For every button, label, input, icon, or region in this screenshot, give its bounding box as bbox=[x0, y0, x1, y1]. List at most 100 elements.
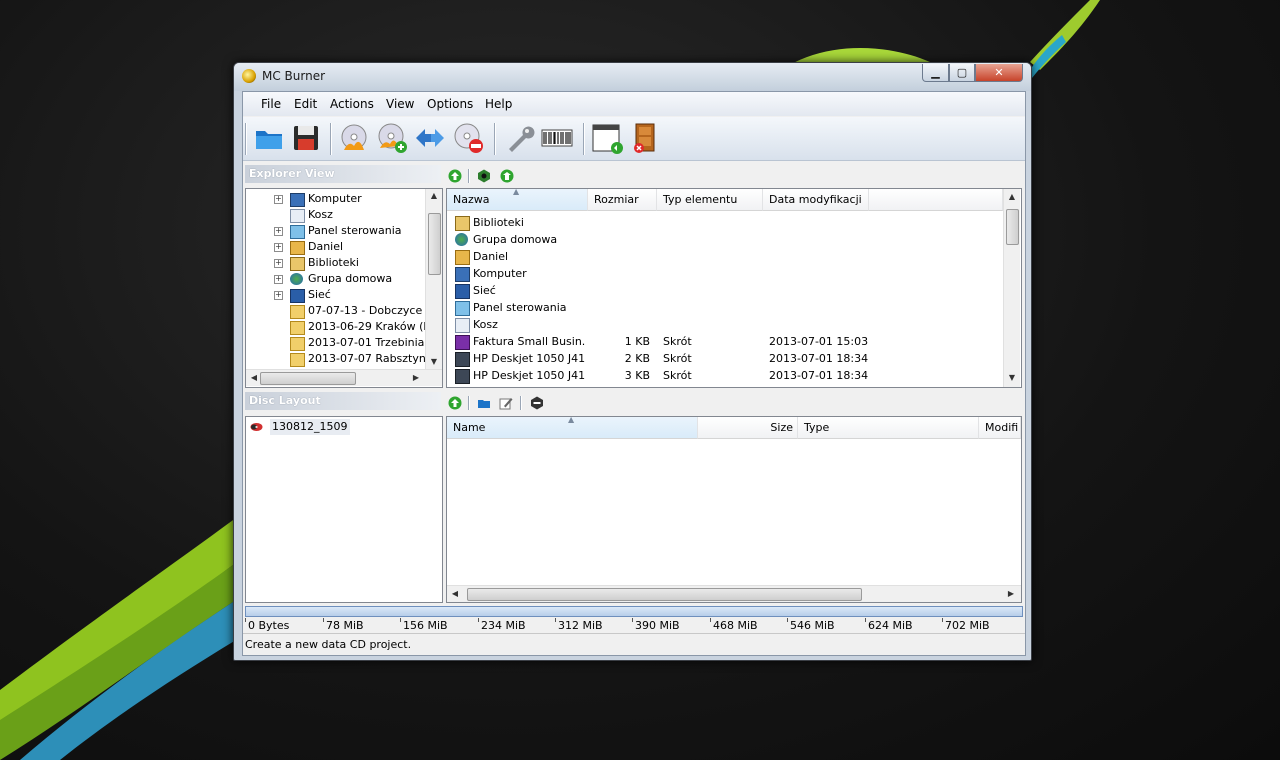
folder-icon bbox=[290, 321, 305, 335]
column-modified[interactable]: Modifi bbox=[979, 417, 1021, 439]
file-row[interactable]: HP Deskjet 1050 J41... 3 KB Skrót 2013-0… bbox=[447, 367, 1003, 384]
add-to-disc-icon[interactable] bbox=[376, 122, 408, 154]
file-row[interactable]: Faktura Small Busin... 1 KB Skrót 2013-0… bbox=[447, 333, 1003, 350]
file-row[interactable]: Komputer bbox=[447, 265, 1003, 282]
tree-item-folder[interactable]: 07-07-13 - Dobczyce (ir bbox=[246, 303, 426, 319]
disc-layout-tree[interactable]: 130812_1509 bbox=[245, 416, 443, 603]
exit-door-icon[interactable] bbox=[629, 122, 661, 154]
open-folder-icon[interactable] bbox=[253, 122, 285, 154]
tree-label: Biblioteki bbox=[308, 256, 359, 269]
file-name: Panel sterowania bbox=[473, 301, 567, 314]
scroll-right-arrow-icon[interactable]: ▶ bbox=[1005, 589, 1017, 598]
save-disk-icon[interactable] bbox=[290, 122, 322, 154]
tree-expander[interactable]: + bbox=[274, 195, 283, 204]
column-type[interactable]: Type bbox=[798, 417, 979, 439]
up-arrow-icon[interactable] bbox=[448, 396, 462, 410]
computer-icon bbox=[290, 193, 305, 207]
tree-item-komputer[interactable]: + Komputer bbox=[246, 191, 426, 207]
scroll-thumb[interactable] bbox=[428, 213, 441, 275]
capacity-label: 312 MiB bbox=[558, 619, 603, 632]
menu-edit[interactable]: Edit bbox=[294, 97, 317, 111]
menu-view[interactable]: View bbox=[386, 97, 414, 111]
home-hex-icon[interactable] bbox=[477, 169, 491, 183]
disc-project-item[interactable]: 130812_1509 bbox=[250, 419, 350, 435]
scroll-thumb[interactable] bbox=[260, 372, 356, 385]
tree-expander[interactable]: + bbox=[274, 227, 283, 236]
file-name: HP Deskjet 1050 J41... bbox=[473, 369, 585, 382]
scroll-left-arrow-icon[interactable]: ◀ bbox=[449, 589, 461, 598]
scroll-down-arrow-icon[interactable]: ▼ bbox=[428, 357, 440, 366]
rename-icon[interactable] bbox=[499, 396, 513, 410]
capacity-tick bbox=[710, 618, 711, 622]
new-folder-icon[interactable] bbox=[477, 396, 491, 410]
delete-hex-icon[interactable] bbox=[530, 396, 544, 410]
scroll-thumb[interactable] bbox=[1006, 209, 1019, 245]
tree-vertical-scrollbar[interactable]: ▲ ▼ bbox=[425, 189, 442, 369]
scroll-down-arrow-icon[interactable]: ▼ bbox=[1006, 373, 1018, 382]
scroll-left-arrow-icon[interactable]: ◀ bbox=[248, 373, 260, 382]
tree-expander[interactable]: + bbox=[274, 243, 283, 252]
disc-file-list[interactable]: Name ▲ Size Type Modifi ◀ ▶ bbox=[446, 416, 1022, 603]
file-row[interactable]: Panel sterowania bbox=[447, 299, 1003, 316]
column-typ-elementu[interactable]: Typ elementu bbox=[657, 189, 763, 211]
tree-horizontal-scrollbar[interactable]: ◀ ▶ bbox=[246, 369, 442, 386]
file-row[interactable]: Sieć bbox=[447, 282, 1003, 299]
capacity-label: 0 Bytes bbox=[248, 619, 290, 632]
erase-disc-icon[interactable] bbox=[452, 122, 484, 154]
barcode-icon[interactable] bbox=[541, 122, 573, 154]
file-size: 1 KB bbox=[624, 335, 650, 348]
file-row[interactable]: Grupa domowa bbox=[447, 231, 1003, 248]
scroll-up-arrow-icon[interactable]: ▲ bbox=[1006, 192, 1018, 201]
menu-file[interactable]: File bbox=[261, 97, 281, 111]
tree-expander[interactable]: + bbox=[274, 291, 283, 300]
tree-item-siec[interactable]: + Sieć bbox=[246, 287, 426, 303]
tree-item-kosz[interactable]: Kosz bbox=[246, 207, 426, 223]
menu-help[interactable]: Help bbox=[485, 97, 512, 111]
app-disc-icon bbox=[242, 69, 256, 83]
column-size[interactable]: Size bbox=[698, 417, 798, 439]
tree-item-grupa-domowa[interactable]: + Grupa domowa bbox=[246, 271, 426, 287]
tree-item-daniel[interactable]: + Daniel bbox=[246, 239, 426, 255]
tree-item-folder[interactable]: 2013-06-29 Kraków (bu bbox=[246, 319, 426, 335]
minimize-button[interactable]: ▁ bbox=[922, 64, 949, 82]
menu-options[interactable]: Options bbox=[427, 97, 473, 111]
refresh-arrow-icon[interactable] bbox=[500, 169, 514, 183]
convert-icon[interactable] bbox=[414, 122, 446, 154]
new-data-cd-icon[interactable] bbox=[338, 122, 370, 154]
file-row[interactable]: Biblioteki bbox=[447, 214, 1003, 231]
capacity-scale: 0 Bytes 78 MiB 156 MiB 234 MiB 312 MiB 3… bbox=[243, 617, 1025, 633]
column-name[interactable]: Name ▲ bbox=[447, 417, 698, 439]
scroll-thumb[interactable] bbox=[467, 588, 862, 601]
maximize-button[interactable]: ▢ bbox=[949, 64, 975, 82]
file-row[interactable]: HP Deskjet 1050 J41... 2 KB Skrót 2013-0… bbox=[447, 350, 1003, 367]
tree-item-folder[interactable]: 2013-07-07 Rabsztyn bbox=[246, 351, 426, 367]
tree-expander[interactable]: + bbox=[274, 259, 283, 268]
explorer-folder-tree[interactable]: + Komputer Kosz + Panel sterowania + Dan… bbox=[245, 188, 443, 388]
file-row[interactable]: Daniel bbox=[447, 248, 1003, 265]
disc-list-horizontal-scrollbar[interactable]: ◀ ▶ bbox=[447, 585, 1021, 602]
toolbar-grip bbox=[245, 123, 246, 155]
column-data-modyfikacji[interactable]: Data modyfikacji bbox=[763, 189, 869, 211]
tree-expander[interactable]: + bbox=[274, 275, 283, 284]
file-list-vertical-scrollbar[interactable]: ▲ ▼ bbox=[1003, 189, 1020, 387]
explorer-file-list[interactable]: Nazwa ▲ Rozmiar Typ elementu Data modyfi… bbox=[446, 188, 1022, 388]
folder-icon bbox=[290, 353, 305, 367]
up-arrow-icon[interactable] bbox=[448, 169, 462, 183]
file-row[interactable]: Kosz bbox=[447, 316, 1003, 333]
scroll-right-arrow-icon[interactable]: ▶ bbox=[410, 373, 422, 382]
tree-item-panel-sterowania[interactable]: + Panel sterowania bbox=[246, 223, 426, 239]
column-rozmiar[interactable]: Rozmiar bbox=[588, 189, 657, 211]
scroll-up-arrow-icon[interactable]: ▲ bbox=[428, 191, 440, 200]
column-nazwa[interactable]: Nazwa ▲ bbox=[447, 189, 588, 211]
title-bar[interactable]: MC Burner ▁ ▢ ✕ bbox=[234, 63, 1031, 91]
tree-item-folder[interactable]: 2013-07-01 Trzebinia bbox=[246, 335, 426, 351]
close-button[interactable]: ✕ bbox=[975, 64, 1023, 82]
tree-item-biblioteki[interactable]: + Biblioteki bbox=[246, 255, 426, 271]
file-type: Skrót bbox=[663, 369, 692, 382]
settings-wrench-icon[interactable] bbox=[503, 122, 535, 154]
window-refresh-icon[interactable] bbox=[591, 122, 623, 154]
menu-actions[interactable]: Actions bbox=[330, 97, 374, 111]
capacity-label: 624 MiB bbox=[868, 619, 913, 632]
tree-label: Grupa domowa bbox=[308, 272, 393, 285]
tree-label: Sieć bbox=[308, 288, 331, 301]
